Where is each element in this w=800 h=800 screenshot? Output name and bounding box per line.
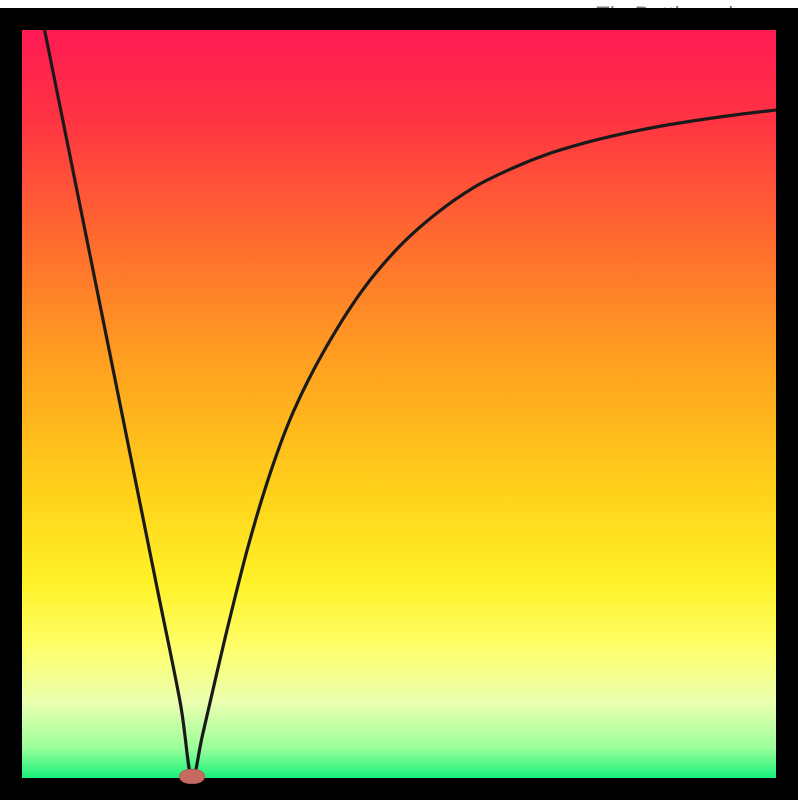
bottleneck-curve [0,0,800,800]
chart-container: TheBottleneck.com [0,0,800,800]
minimum-marker [179,769,205,784]
bottleneck-curve-path [45,30,776,779]
